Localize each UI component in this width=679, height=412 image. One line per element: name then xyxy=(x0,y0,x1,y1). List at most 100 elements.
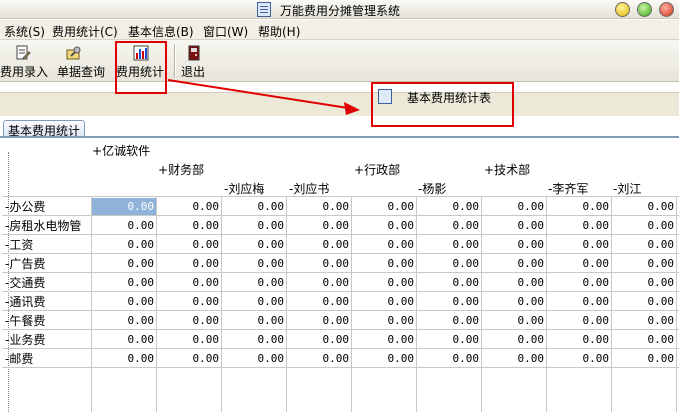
grid-cell[interactable]: 0.00 xyxy=(417,350,481,367)
grid-cell[interactable]: 0.00 xyxy=(222,293,286,310)
grid-cell[interactable]: 0.00 xyxy=(417,312,481,329)
person-col-1[interactable]: -刘应梅 xyxy=(224,180,264,197)
row-label[interactable]: -邮费 xyxy=(5,350,93,367)
maximize-button[interactable] xyxy=(637,2,652,17)
grid-cell[interactable]: 0.00 xyxy=(157,236,221,253)
grid-cell[interactable]: 0.00 xyxy=(222,274,286,291)
row-label[interactable]: -业务费 xyxy=(5,331,93,348)
menu-expense-stats[interactable]: 费用统计(C) xyxy=(52,23,118,40)
grid-cell[interactable]: 0.00 xyxy=(352,274,416,291)
grid-cell[interactable]: 0.00 xyxy=(417,274,481,291)
row-label[interactable]: -通讯费 xyxy=(5,293,93,310)
grid-cell[interactable]: 0.00 xyxy=(287,255,351,272)
grid-cell[interactable]: 0.00 xyxy=(482,255,546,272)
person-col-3[interactable]: -杨影 xyxy=(418,180,446,197)
grid-cell[interactable]: 0.00 xyxy=(222,236,286,253)
dept-caiwu[interactable]: +财务部 xyxy=(158,161,204,178)
grid-cell[interactable]: 0.00 xyxy=(157,350,221,367)
grid-cell[interactable]: 0.00 xyxy=(92,331,156,348)
grid-cell[interactable]: 0.00 xyxy=(92,293,156,310)
grid-cell[interactable]: 0.00 xyxy=(482,217,546,234)
grid-cell[interactable]: 0.00 xyxy=(612,293,676,310)
grid-cell[interactable]: 0.00 xyxy=(547,217,611,234)
grid-cell[interactable]: 0.00 xyxy=(287,293,351,310)
menu-window[interactable]: 窗口(W) xyxy=(203,23,248,40)
minimize-button[interactable] xyxy=(615,2,630,17)
grid-cell[interactable]: 0.00 xyxy=(482,350,546,367)
grid-cell[interactable]: 0.00 xyxy=(482,274,546,291)
grid-cell[interactable]: 0.00 xyxy=(222,217,286,234)
grid-cell[interactable]: 0.00 xyxy=(92,350,156,367)
dept-jishu[interactable]: +技术部 xyxy=(484,161,530,178)
menu-basic-info[interactable]: 基本信息(B) xyxy=(128,23,194,40)
grid-cell[interactable]: 0.00 xyxy=(157,198,221,215)
grid-cell[interactable]: 0.00 xyxy=(482,236,546,253)
menu-help[interactable]: 帮助(H) xyxy=(258,23,300,40)
grid-cell[interactable]: 0.00 xyxy=(417,255,481,272)
grid-cell[interactable]: 0.00 xyxy=(157,255,221,272)
voucher-query-button[interactable]: 单据查询 xyxy=(57,42,109,80)
grid-cell[interactable]: 0.00 xyxy=(482,198,546,215)
grid-cell[interactable]: 0.00 xyxy=(157,331,221,348)
dept-xingzheng[interactable]: +行政部 xyxy=(354,161,400,178)
grid-cell[interactable]: 0.00 xyxy=(92,255,156,272)
grid-cell[interactable]: 0.00 xyxy=(482,312,546,329)
grid-cell[interactable]: 0.00 xyxy=(157,312,221,329)
row-label[interactable]: -交通费 xyxy=(5,274,93,291)
grid-cell[interactable]: 0.00 xyxy=(92,198,156,215)
grid-cell[interactable]: 0.00 xyxy=(352,331,416,348)
grid-cell[interactable]: 0.00 xyxy=(417,236,481,253)
grid-cell[interactable]: 0.00 xyxy=(352,350,416,367)
grid-cell[interactable]: 0.00 xyxy=(547,236,611,253)
grid-cell[interactable]: 0.00 xyxy=(352,293,416,310)
grid-cell[interactable]: 0.00 xyxy=(92,217,156,234)
grid-cell[interactable]: 0.00 xyxy=(417,217,481,234)
grid-cell[interactable]: 0.00 xyxy=(92,274,156,291)
grid-cell[interactable]: 0.00 xyxy=(612,198,676,215)
grid-cell[interactable]: 0.00 xyxy=(417,198,481,215)
person-col-5[interactable]: -刘江 xyxy=(613,180,641,197)
grid-cell[interactable]: 0.00 xyxy=(287,274,351,291)
grid-cell[interactable]: 0.00 xyxy=(287,236,351,253)
grid-cell[interactable]: 0.00 xyxy=(482,293,546,310)
close-button[interactable] xyxy=(659,2,674,17)
row-label[interactable]: -广告费 xyxy=(5,255,93,272)
grid-cell[interactable]: 0.00 xyxy=(352,255,416,272)
grid-cell[interactable]: 0.00 xyxy=(222,255,286,272)
grid-cell[interactable]: 0.00 xyxy=(157,274,221,291)
grid-cell[interactable]: 0.00 xyxy=(417,331,481,348)
grid-cell[interactable]: 0.00 xyxy=(612,217,676,234)
grid-cell[interactable]: 0.00 xyxy=(287,312,351,329)
grid-cell[interactable]: 0.00 xyxy=(547,331,611,348)
person-col-4[interactable]: -李齐军 xyxy=(548,180,588,197)
grid-cell[interactable]: 0.00 xyxy=(612,274,676,291)
grid-cell[interactable]: 0.00 xyxy=(222,198,286,215)
tree-root-label[interactable]: +亿诚软件 xyxy=(92,142,150,159)
person-col-2[interactable]: -刘应书 xyxy=(289,180,329,197)
grid-cell[interactable]: 0.00 xyxy=(547,312,611,329)
grid-cell[interactable]: 0.00 xyxy=(612,312,676,329)
row-label[interactable]: -房租水电物管 xyxy=(5,217,93,234)
grid-cell[interactable]: 0.00 xyxy=(547,255,611,272)
grid-cell[interactable]: 0.00 xyxy=(92,312,156,329)
grid-cell[interactable]: 0.00 xyxy=(612,331,676,348)
grid-cell[interactable]: 0.00 xyxy=(612,255,676,272)
row-label[interactable]: -午餐费 xyxy=(5,312,93,329)
grid-cell[interactable]: 0.00 xyxy=(287,217,351,234)
row-label[interactable]: -办公费 xyxy=(5,198,93,215)
grid-cell[interactable]: 0.00 xyxy=(547,293,611,310)
grid-cell[interactable]: 0.00 xyxy=(222,331,286,348)
grid-cell[interactable]: 0.00 xyxy=(482,331,546,348)
grid-cell[interactable]: 0.00 xyxy=(157,217,221,234)
grid-cell[interactable]: 0.00 xyxy=(287,350,351,367)
grid-cell[interactable]: 0.00 xyxy=(92,236,156,253)
grid-cell[interactable]: 0.00 xyxy=(352,198,416,215)
grid-cell[interactable]: 0.00 xyxy=(287,198,351,215)
grid-cell[interactable]: 0.00 xyxy=(612,236,676,253)
grid-cell[interactable]: 0.00 xyxy=(352,217,416,234)
grid-cell[interactable]: 0.00 xyxy=(222,312,286,329)
grid-cell[interactable]: 0.00 xyxy=(612,350,676,367)
grid-cell[interactable]: 0.00 xyxy=(287,331,351,348)
grid-cell[interactable]: 0.00 xyxy=(547,198,611,215)
grid-cell[interactable]: 0.00 xyxy=(547,274,611,291)
